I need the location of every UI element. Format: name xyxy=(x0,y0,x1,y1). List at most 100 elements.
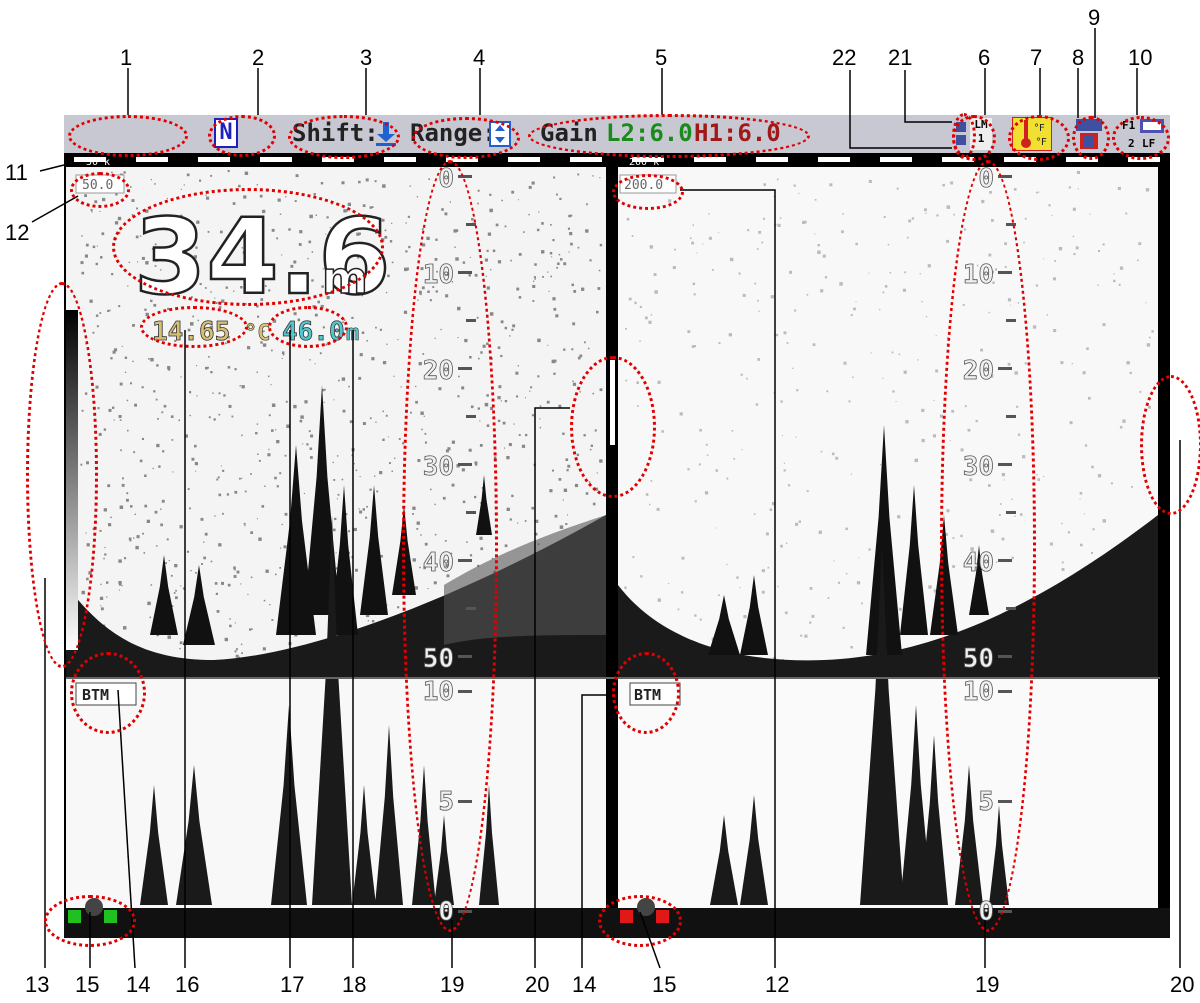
noise-dot xyxy=(757,299,759,302)
noise-dot xyxy=(694,614,697,617)
noise-dot xyxy=(1067,531,1070,534)
noise-dot xyxy=(1013,188,1017,191)
noise-dot xyxy=(792,367,794,369)
noise-dot xyxy=(191,457,195,461)
noise-dot xyxy=(692,224,694,226)
noise-dot xyxy=(241,652,243,654)
noise-dot xyxy=(358,180,361,184)
noise-dot xyxy=(839,282,843,286)
noise-dot xyxy=(715,469,718,472)
noise-dot xyxy=(214,515,216,517)
noise-dot xyxy=(99,210,101,212)
noise-dot xyxy=(171,439,174,441)
noise-dot xyxy=(103,557,105,560)
noise-dot xyxy=(509,335,511,337)
noise-dot xyxy=(632,556,635,559)
noise-dot xyxy=(100,607,104,611)
noise-dot xyxy=(755,403,759,406)
noise-dot xyxy=(189,391,192,394)
noise-dot xyxy=(565,523,568,526)
noise-dot xyxy=(269,604,271,606)
noise-dot xyxy=(366,505,368,508)
noise-dot xyxy=(184,434,188,438)
noise-dot xyxy=(577,246,580,249)
noise-dot xyxy=(250,531,253,534)
noise-dot xyxy=(731,430,734,432)
noise-dot xyxy=(562,432,565,435)
noise-dot xyxy=(1032,325,1037,329)
noise-dot xyxy=(553,307,557,311)
noise-dot xyxy=(110,516,112,519)
noise-dot xyxy=(300,415,304,419)
noise-dot xyxy=(510,259,512,262)
noise-dot xyxy=(385,414,388,417)
noise-dot xyxy=(1102,243,1105,246)
noise-dot xyxy=(150,179,152,181)
noise-dot xyxy=(558,478,562,481)
noise-dot xyxy=(1097,474,1102,478)
noise-dot xyxy=(528,213,530,216)
noise-dot xyxy=(625,327,627,330)
noise-dot xyxy=(534,532,538,536)
noise-dot xyxy=(509,518,512,521)
noise-dot xyxy=(628,297,632,301)
noise-dot xyxy=(757,358,760,361)
noise-dot xyxy=(409,185,411,187)
noise-dot xyxy=(180,188,182,190)
noise-dot xyxy=(563,348,566,351)
noise-dot xyxy=(770,295,774,299)
noise-dot xyxy=(303,492,305,494)
ring-12b xyxy=(612,174,684,210)
noise-dot xyxy=(349,420,353,424)
noise-dot xyxy=(804,634,808,638)
noise-dot xyxy=(96,245,98,247)
noise-dot xyxy=(706,454,709,456)
noise-dot xyxy=(935,369,939,373)
noise-dot xyxy=(162,450,165,453)
noise-dot xyxy=(180,376,182,378)
noise-dot xyxy=(391,470,393,473)
noise-dot xyxy=(1072,235,1075,238)
noise-dot xyxy=(558,253,561,256)
noise-dot xyxy=(882,377,884,379)
noise-dot xyxy=(238,184,241,188)
noise-dot xyxy=(574,483,579,488)
noise-dot xyxy=(348,530,351,533)
noise-dot xyxy=(281,523,283,526)
callout-15: 15 xyxy=(75,972,100,997)
noise-dot xyxy=(835,456,839,460)
noise-dot xyxy=(1051,214,1053,216)
noise-dot xyxy=(362,508,365,511)
noise-dot xyxy=(563,262,567,266)
noise-dot xyxy=(275,429,277,431)
noise-dot xyxy=(935,335,937,336)
noise-dot xyxy=(233,575,237,578)
noise-dot xyxy=(187,488,190,490)
noise-dot xyxy=(405,250,408,253)
noise-dot xyxy=(382,361,387,365)
noise-dot xyxy=(200,517,204,521)
noise-dot xyxy=(525,433,528,437)
noise-dot xyxy=(221,581,224,585)
noise-dot xyxy=(516,395,519,398)
ring-14 xyxy=(70,652,146,734)
noise-dot xyxy=(692,282,696,286)
noise-dot xyxy=(861,602,863,605)
noise-dot xyxy=(189,414,191,417)
noise-dot xyxy=(416,196,419,198)
noise-dot xyxy=(820,289,824,293)
noise-dot xyxy=(908,219,912,223)
ring-2 xyxy=(208,115,276,157)
noise-dot xyxy=(114,221,119,225)
noise-dot xyxy=(551,359,556,364)
noise-dot xyxy=(142,532,144,535)
noise-dot xyxy=(919,273,921,275)
noise-dot xyxy=(928,585,932,589)
noise-dot xyxy=(163,404,167,408)
ring-depth xyxy=(112,188,384,306)
noise-dot xyxy=(572,380,574,382)
noise-dot xyxy=(773,195,775,198)
noise-dot xyxy=(149,616,152,619)
noise-dot xyxy=(160,508,162,510)
noise-dot xyxy=(927,264,931,268)
